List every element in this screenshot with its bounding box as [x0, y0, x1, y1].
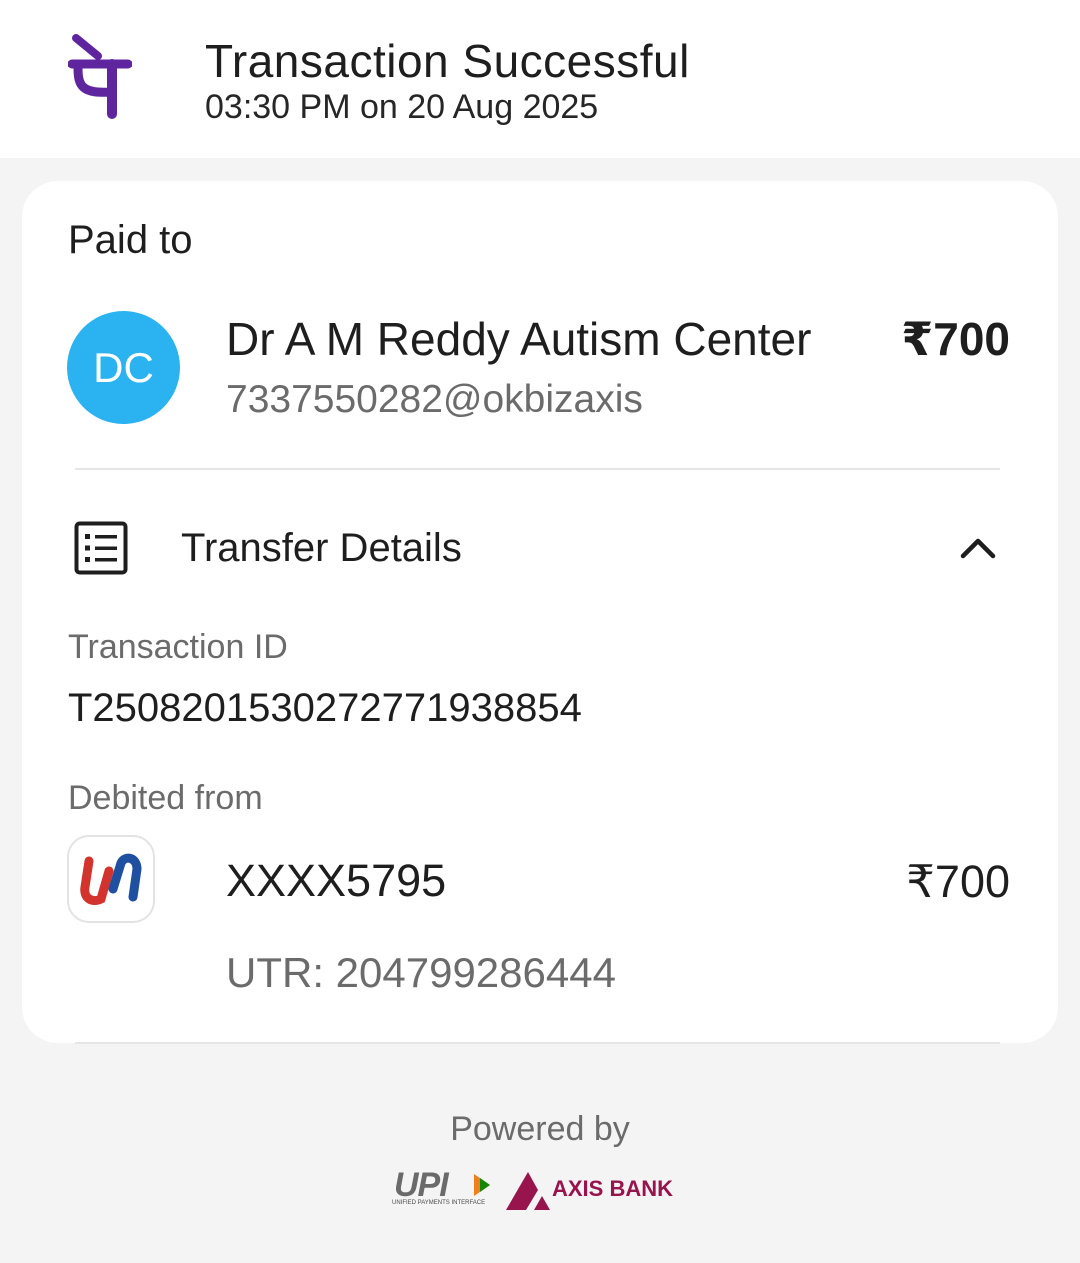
chevron-up-icon[interactable] — [955, 530, 1001, 564]
divider — [75, 468, 1000, 470]
debited-amount: ₹700 — [906, 856, 1010, 907]
transfer-details-title[interactable]: Transfer Details — [181, 526, 462, 571]
transaction-timestamp: 03:30 PM on 20 Aug 2025 — [205, 88, 599, 126]
transaction-id-value: T2508201530272771938854 — [68, 686, 582, 730]
divider — [75, 1042, 1000, 1044]
paid-amount: ₹700 — [901, 313, 1010, 365]
axis-bank-text: AXIS BANK — [552, 1176, 674, 1201]
avatar-initials: DC — [93, 343, 154, 391]
union-bank-mark-icon — [80, 853, 142, 905]
account-number: XXXX5795 — [226, 855, 447, 906]
phonepe-logo-icon — [68, 34, 132, 119]
utr-number: UTR: 204799286444 — [226, 949, 616, 996]
avatar: DC — [67, 311, 180, 424]
document-list-icon — [74, 521, 128, 575]
axis-bank-logo-icon: AXIS BANK — [504, 1168, 694, 1212]
payee-name: Dr A M Reddy Autism Center — [226, 313, 812, 365]
upi-logo-icon: UPI UNIFIED PAYMENTS INTERFACE — [390, 1164, 498, 1210]
union-bank-logo-icon — [67, 835, 155, 923]
debited-from-label: Debited from — [68, 779, 263, 817]
upi-arrow-icon — [474, 1174, 490, 1196]
footer-logos: UPI UNIFIED PAYMENTS INTERFACE AXIS BANK — [390, 1164, 690, 1214]
powered-by-label: Powered by — [450, 1110, 630, 1148]
payee-upi-id: 7337550282@okbizaxis — [226, 378, 643, 421]
axis-bank-mark-icon — [506, 1172, 550, 1210]
transaction-card — [22, 181, 1058, 1043]
page-title: Transaction Successful — [205, 35, 690, 87]
paid-to-label: Paid to — [68, 218, 193, 262]
header-bar: Transaction Successful 03:30 PM on 20 Au… — [0, 0, 1080, 158]
transaction-id-label: Transaction ID — [68, 628, 288, 666]
upi-logo-subtext: UNIFIED PAYMENTS INTERFACE — [392, 1200, 486, 1206]
